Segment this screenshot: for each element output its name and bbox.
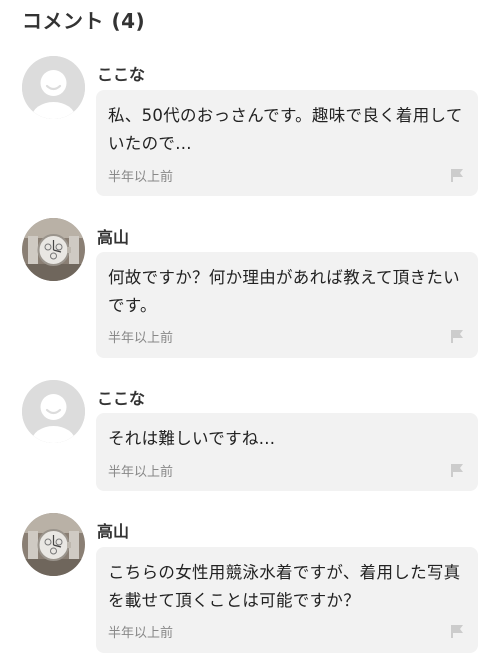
comment-timestamp: 半年以上前 xyxy=(108,465,174,480)
comment-bubble: 私、50代のおっさんです。趣味で良く着用していたので... 半年以上前 xyxy=(96,90,478,196)
flag-icon[interactable] xyxy=(450,168,464,182)
comment-username[interactable]: ここな xyxy=(97,61,145,85)
comment-username[interactable]: ここな xyxy=(97,385,145,409)
comment-text: それは難しいですね... xyxy=(108,429,276,448)
comment-text: こちらの女性用競泳水着ですが、着用した写真を載せて頂くことは可能ですか？ xyxy=(108,563,461,610)
comment-timestamp: 半年以上前 xyxy=(108,331,174,346)
comment-username[interactable]: 高山 xyxy=(97,224,129,248)
flag-icon[interactable] xyxy=(450,329,464,343)
default-avatar-icon[interactable] xyxy=(22,380,85,443)
default-avatar-icon[interactable] xyxy=(22,56,85,119)
comment-timestamp: 半年以上前 xyxy=(108,626,174,641)
flag-icon[interactable] xyxy=(450,624,464,638)
comment-bubble: こちらの女性用競泳水着ですが、着用した写真を載せて頂くことは可能ですか？ 半年以… xyxy=(96,547,478,653)
comments-section-title: コメント (4) xyxy=(22,9,146,33)
comment-text: 何故ですか？何か理由があれば教えて頂きたいです。 xyxy=(108,268,460,315)
comment-bubble: それは難しいですね... 半年以上前 xyxy=(96,413,478,491)
wristwatch-avatar[interactable] xyxy=(22,513,85,576)
comment-bubble: 何故ですか？何か理由があれば教えて頂きたいです。 半年以上前 xyxy=(96,252,478,358)
comment-timestamp: 半年以上前 xyxy=(108,170,174,185)
flag-icon[interactable] xyxy=(450,463,464,477)
comment-text: 私、50代のおっさんです。趣味で良く着用していたので... xyxy=(108,106,463,153)
comment-username[interactable]: 高山 xyxy=(97,518,129,542)
wristwatch-avatar[interactable] xyxy=(22,218,85,281)
